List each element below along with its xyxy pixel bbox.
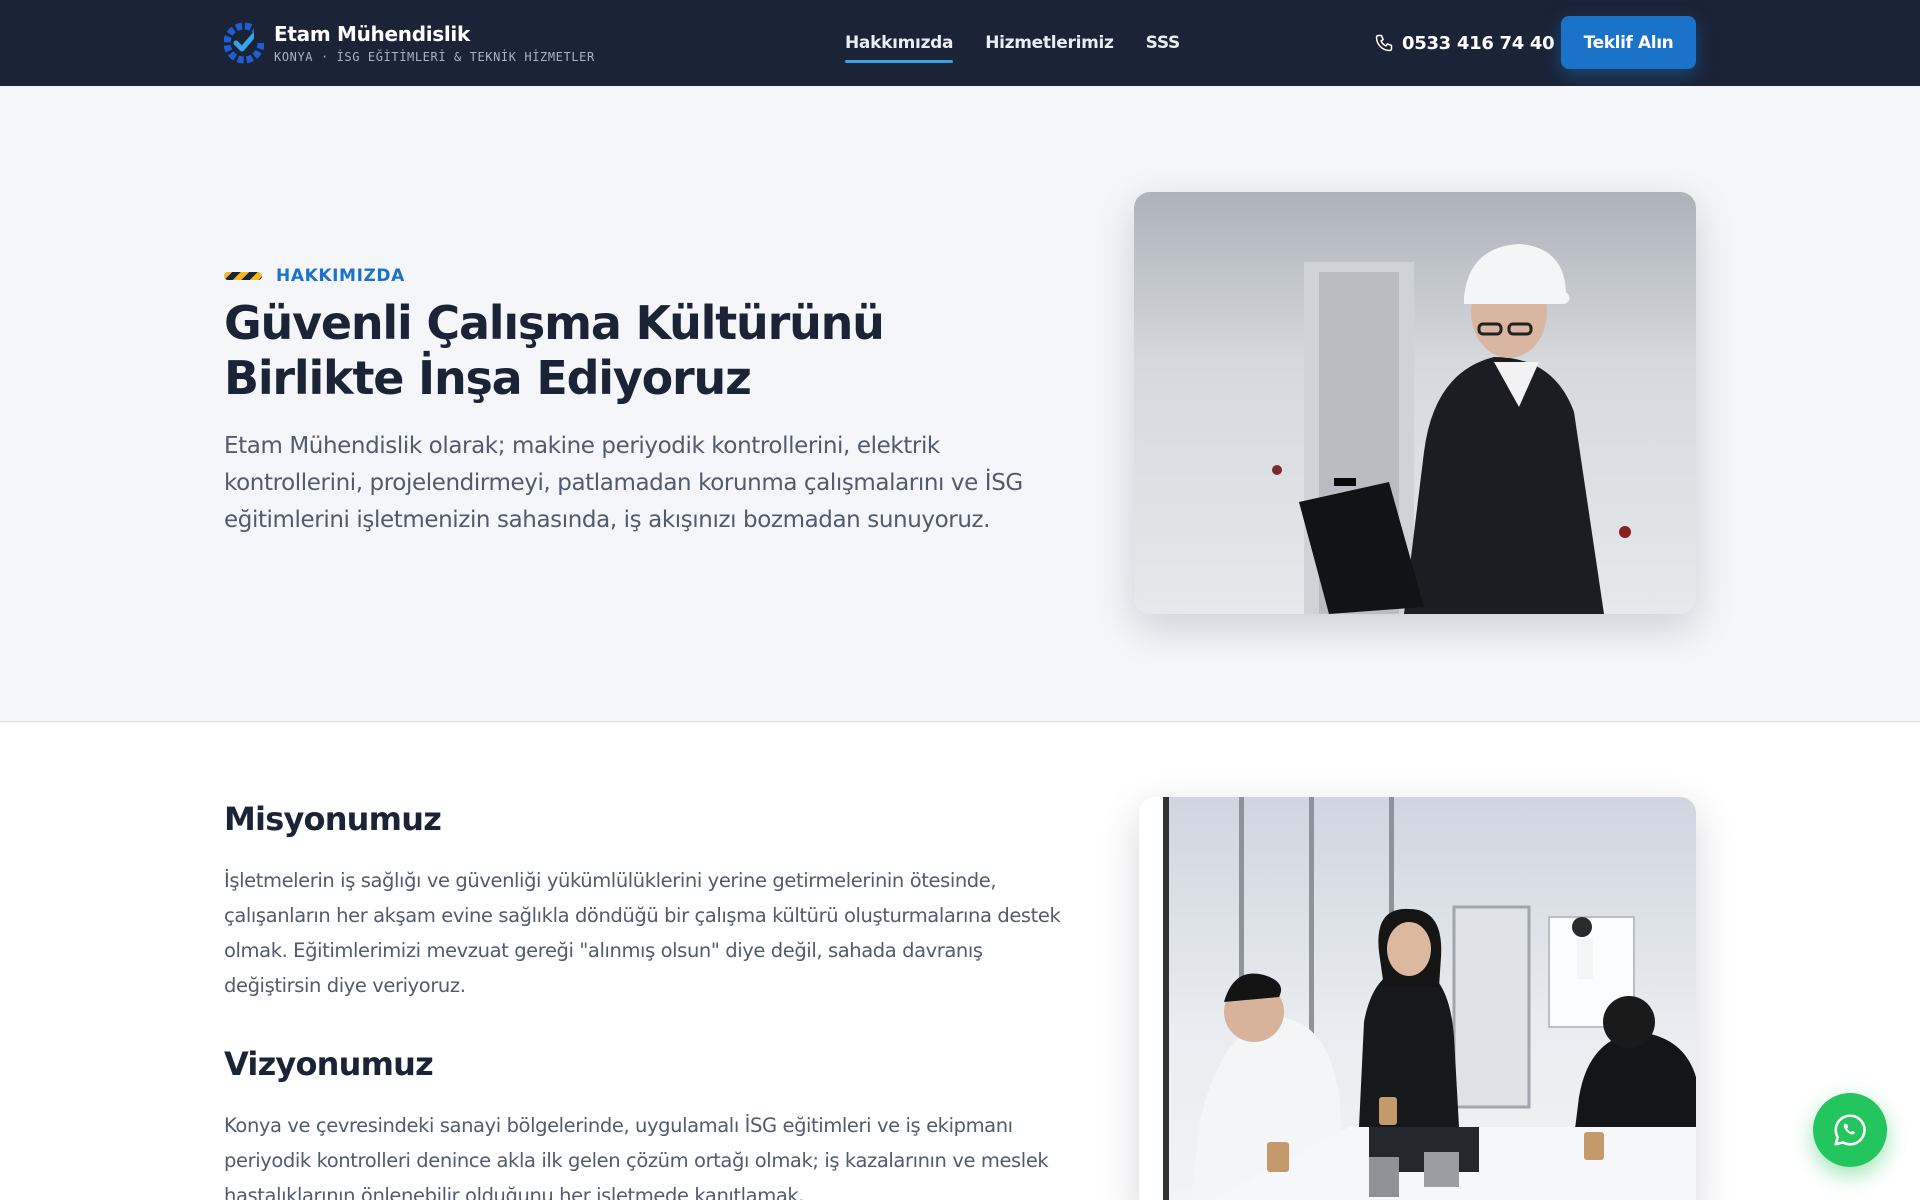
brand-name: Etam Mühendislik — [274, 22, 470, 46]
brand-tagline: KONYA · İSG EĞİTİMLERİ & TEKNİK HİZMETLE… — [274, 50, 595, 64]
get-quote-button[interactable]: Teklif Alın — [1561, 16, 1696, 69]
vision-text: Konya ve çevresindeki sanayi bölgelerind… — [224, 1114, 1049, 1200]
nav-item-hakkimizda[interactable]: Hakkımızda — [845, 33, 954, 63]
title-line-1: Güvenli Çalışma Kültürünü — [224, 296, 885, 350]
phone-icon — [1375, 34, 1393, 52]
whatsapp-chat-button[interactable] — [1813, 1093, 1887, 1167]
page-title: Güvenli Çalışma Kültürünü Birlikte İnşa … — [224, 296, 944, 406]
engineer-with-hardhat-photo — [1134, 192, 1696, 614]
meeting-illustration — [1139, 797, 1696, 1200]
mission-text: İşletmelerin iş sağlığı ve güvenliği yük… — [224, 869, 1061, 997]
hazard-stripe-icon — [224, 272, 262, 280]
nav-item-hizmetlerimiz[interactable]: Hizmetlerimiz — [985, 33, 1114, 53]
phone-number: 0533 416 74 40 — [1402, 32, 1555, 54]
eyebrow-label: HAKKIMIZDA — [276, 266, 405, 286]
team-meeting-photo — [1139, 797, 1696, 1200]
vision-title: Vizyonumuz — [224, 1045, 434, 1083]
section-eyebrow: HAKKIMIZDA — [224, 266, 405, 286]
site-header: Etam Mühendislik KONYA · İSG EĞİTİMLERİ … — [0, 0, 1920, 86]
whatsapp-icon — [1834, 1114, 1866, 1146]
hero-description: Etam Mühendislik olarak; makine periyodi… — [224, 433, 1023, 533]
brand-logo-link[interactable]: Etam Mühendislik KONYA · İSG EĞİTİMLERİ … — [224, 15, 595, 71]
mission-title: Misyonumuz — [224, 800, 442, 838]
engineer-illustration — [1272, 244, 1631, 614]
title-line-2: Birlikte İnşa Ediyoruz — [224, 351, 752, 405]
phone-link[interactable]: 0533 416 74 40 — [1374, 0, 1555, 86]
nav-item-sss[interactable]: SSS — [1146, 33, 1181, 53]
main-nav: Hakkımızda Hizmetlerimiz SSS — [845, 0, 1180, 86]
logo-gear-icon — [224, 22, 264, 64]
